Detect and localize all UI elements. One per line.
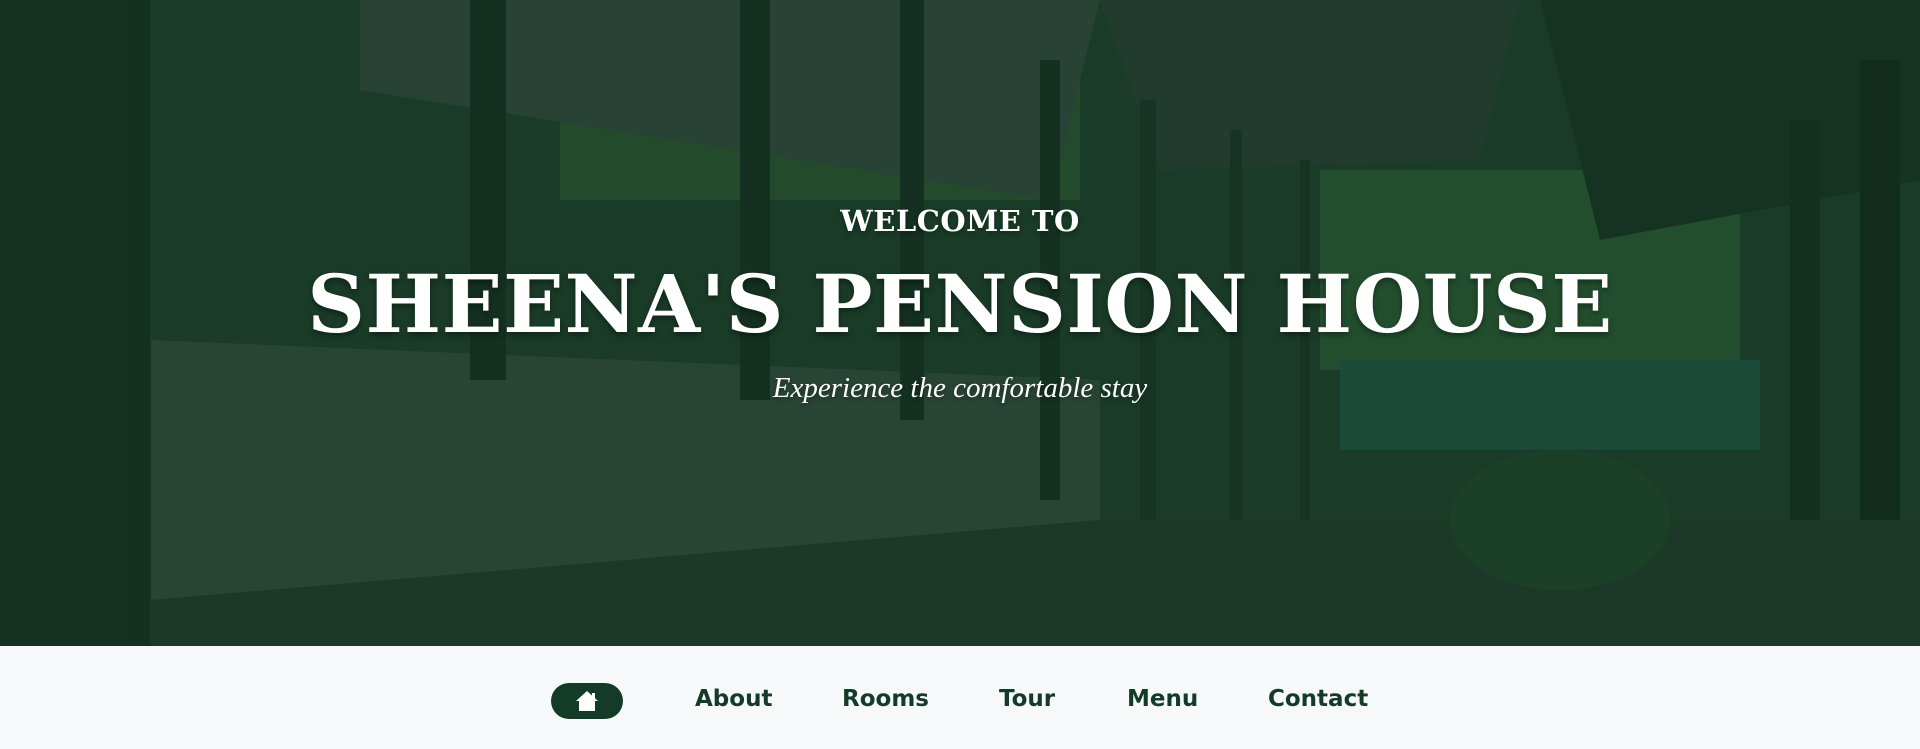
hero-welcome-text: WELCOME TO [840, 204, 1080, 238]
nav-link-tour[interactable]: Tour [999, 686, 1055, 712]
hero-section: WELCOME TO SHEENA'S PENSION HOUSE Experi… [0, 0, 1920, 646]
nav-link-rooms[interactable]: Rooms [842, 686, 929, 712]
home-icon [576, 691, 598, 711]
main-navigation: About Rooms Tour Menu Contact [0, 646, 1920, 749]
nav-home-button[interactable] [551, 683, 623, 719]
hero-tagline: Experience the comfortable stay [772, 372, 1148, 404]
nav-link-contact[interactable]: Contact [1268, 686, 1368, 712]
nav-link-about[interactable]: About [695, 686, 772, 712]
nav-link-menu[interactable]: Menu [1127, 686, 1198, 712]
site-title: SHEENA'S PENSION HOUSE [307, 257, 1613, 351]
hero-content: WELCOME TO SHEENA'S PENSION HOUSE Experi… [0, 0, 1920, 646]
